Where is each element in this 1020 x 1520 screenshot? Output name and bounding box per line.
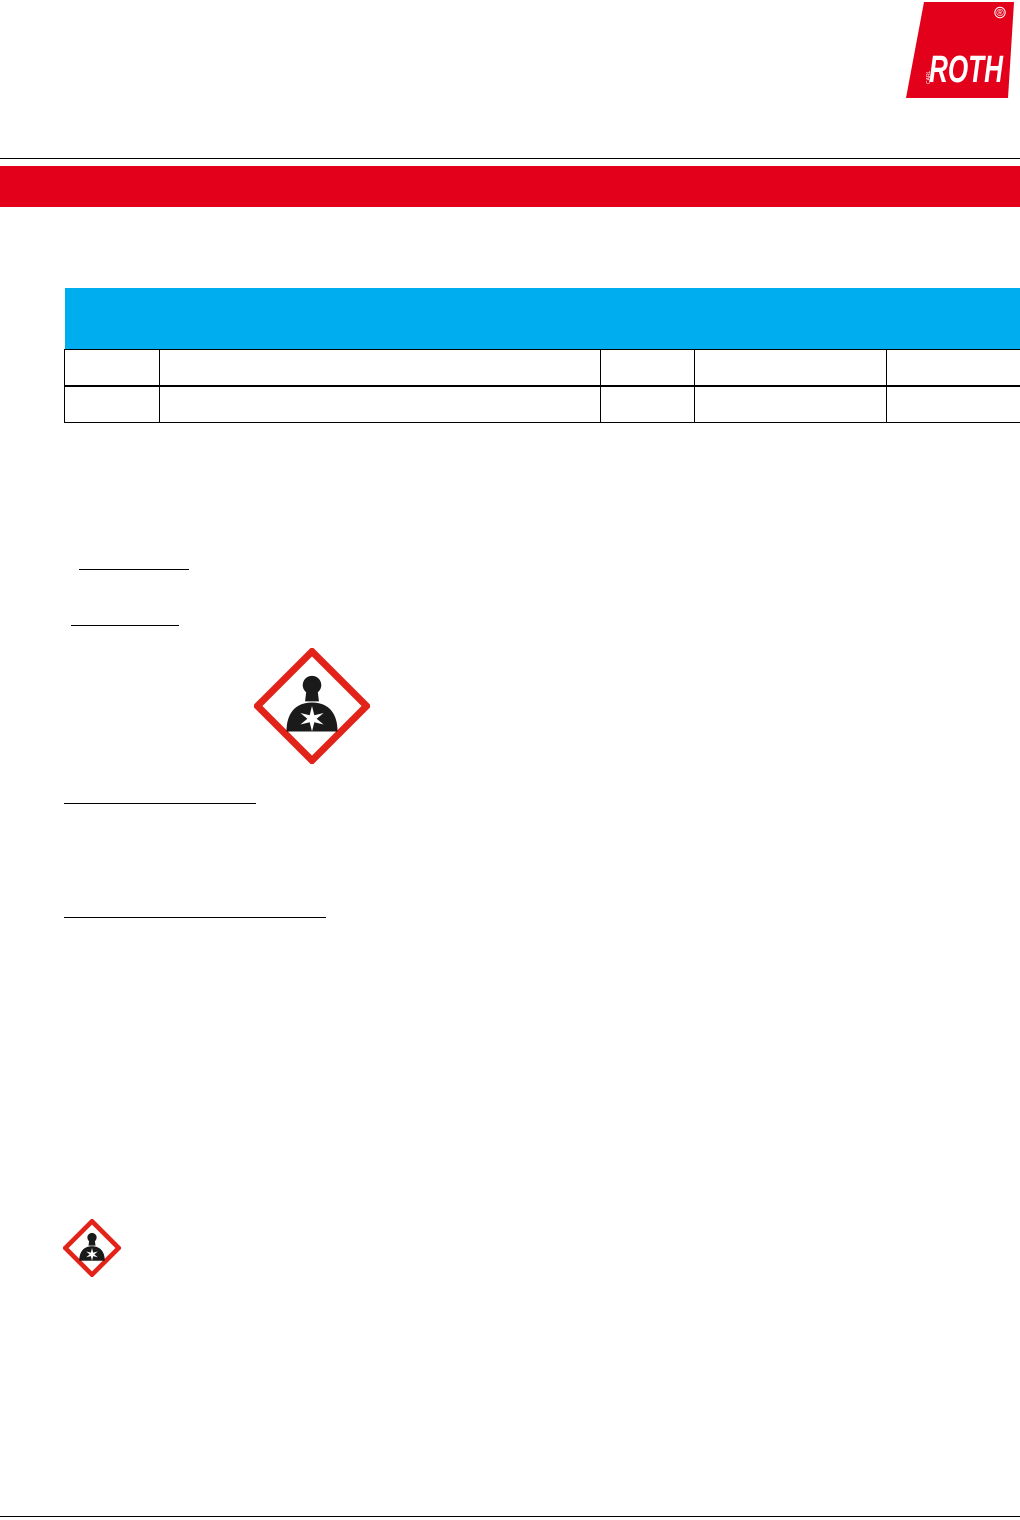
table-cell — [694, 349, 887, 387]
table-cell — [600, 349, 695, 387]
composition-table — [64, 288, 1020, 423]
section-banner — [0, 166, 1020, 207]
subheading-underline — [64, 917, 326, 918]
logo-brand: ROTH — [929, 49, 1004, 91]
subheading-underline — [71, 625, 179, 626]
table-header-row — [64, 288, 1020, 350]
table-header-cell — [886, 288, 1020, 350]
table-header-cell — [64, 288, 160, 350]
health-hazard-icon — [63, 1219, 121, 1277]
table-row — [64, 349, 1020, 387]
table-cell — [159, 349, 601, 387]
footer-divider — [0, 1516, 1020, 1517]
table-cell — [886, 385, 1020, 423]
subheading-underline — [79, 569, 189, 570]
table-cell — [694, 385, 887, 423]
table-cell — [886, 349, 1020, 387]
table-cell — [600, 385, 695, 423]
table-cell — [64, 349, 160, 387]
table-header-cell — [600, 288, 695, 350]
table-header-cell — [694, 288, 887, 350]
table-cell — [159, 385, 601, 423]
header-divider — [0, 158, 1020, 159]
table-cell — [64, 385, 160, 423]
subheading-underline — [64, 803, 256, 804]
table-header-cell — [159, 288, 601, 350]
health-hazard-icon — [254, 648, 370, 764]
carl-roth-logo: ® CARL ROTH — [906, 2, 1014, 98]
table-row — [64, 385, 1020, 423]
